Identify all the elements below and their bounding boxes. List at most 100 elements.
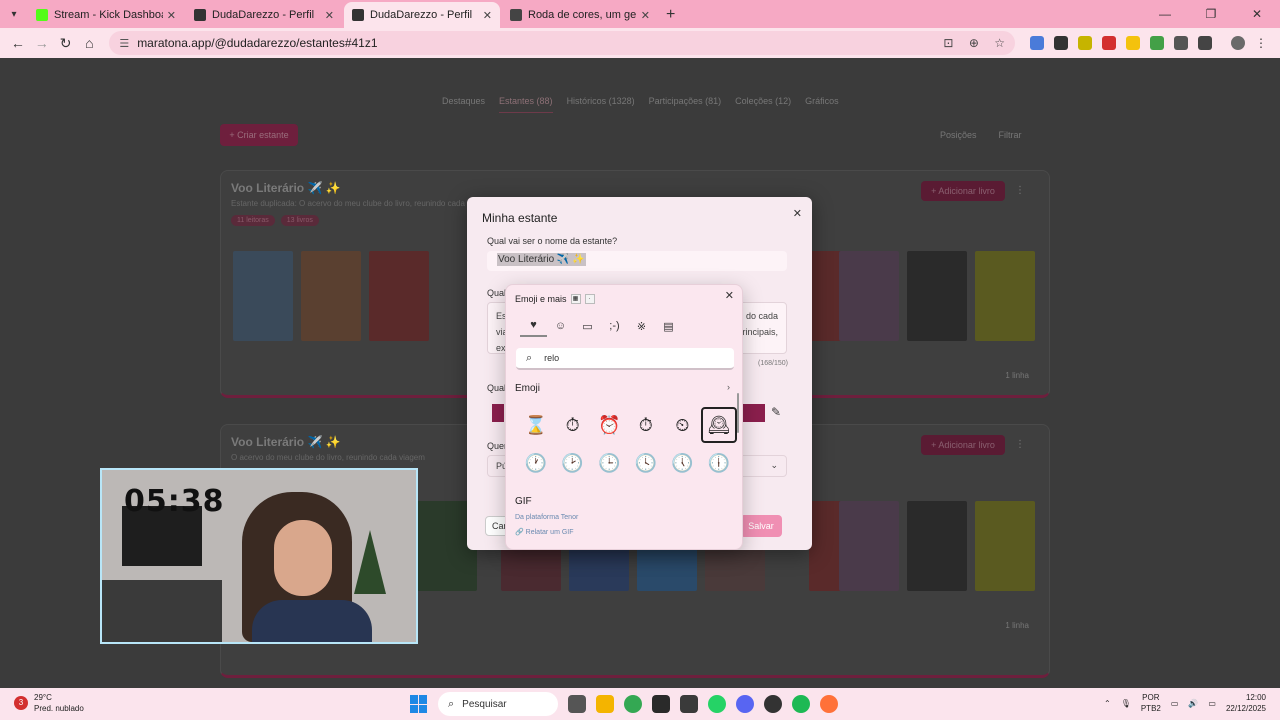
- volume-icon[interactable]: 🔊: [1188, 699, 1198, 708]
- modal-close-icon[interactable]: ✕: [793, 207, 802, 220]
- filter-button[interactable]: Filtrar: [999, 130, 1022, 140]
- puzzle-icon[interactable]: [1198, 36, 1212, 50]
- gif-icon[interactable]: ▭: [574, 315, 601, 337]
- app-icon[interactable]: [680, 695, 698, 713]
- emoji-clock-face[interactable]: 🕕: [701, 445, 737, 481]
- tab-historicos[interactable]: Históricos (1328): [567, 96, 635, 113]
- shelf-menu-icon[interactable]: ⋮: [1015, 439, 1025, 450]
- reload-icon[interactable]: ↻: [54, 31, 78, 55]
- extension-icon[interactable]: [1126, 36, 1140, 50]
- forward-icon[interactable]: →: [30, 31, 54, 55]
- emoji-scrollbar[interactable]: [737, 393, 739, 433]
- book-cover[interactable]: [907, 251, 967, 341]
- omnibox[interactable]: ☰ maratona.app/@dudadarezzo/estantes#41z…: [109, 31, 1015, 55]
- minimize-icon[interactable]: ·: [584, 294, 595, 304]
- report-gif-link[interactable]: 🔗 Relatar um GIF: [515, 528, 574, 536]
- language-indicator[interactable]: POR PTB2: [1141, 692, 1161, 714]
- kaomoji-icon[interactable]: ;-): [601, 315, 628, 337]
- chrome-icon[interactable]: [624, 695, 642, 713]
- emoji-clock-face[interactable]: 🕓: [628, 445, 664, 481]
- clock[interactable]: 12:00 22/12/2025: [1226, 692, 1266, 714]
- shelf-rows[interactable]: 1 linha: [1005, 371, 1029, 380]
- favorites-heart-icon[interactable]: ♥: [520, 315, 547, 337]
- close-icon[interactable]: ✕: [725, 289, 734, 302]
- extension-icon[interactable]: [1054, 36, 1068, 50]
- shelf-name-input[interactable]: Voo Literário ✈️ ✨: [487, 251, 787, 271]
- color-swatch[interactable]: [743, 404, 765, 422]
- extension-icon[interactable]: [1102, 36, 1116, 50]
- discord-icon[interactable]: [736, 695, 754, 713]
- weather-widget[interactable]: 3 29°C Pred. nublado: [14, 692, 84, 714]
- book-cover[interactable]: [975, 251, 1035, 341]
- browser-tab[interactable]: Roda de cores, um gerador de p ✕: [502, 2, 658, 28]
- zoom-icon[interactable]: ⊕: [969, 36, 979, 50]
- create-shelf-button[interactable]: + Criar estante: [220, 124, 298, 146]
- profile-avatar[interactable]: [1231, 36, 1245, 50]
- book-cover[interactable]: [369, 251, 429, 341]
- obs-icon[interactable]: [764, 695, 782, 713]
- emoji-stopwatch[interactable]: ⏱: [555, 407, 591, 443]
- new-tab-button[interactable]: +: [666, 6, 675, 24]
- back-icon[interactable]: ←: [6, 31, 30, 55]
- browser-tab[interactable]: Stream - Kick Dashboard ✕: [28, 2, 184, 28]
- emoji-clock-face[interactable]: 🕔: [664, 445, 700, 481]
- extension-icon[interactable]: [1078, 36, 1092, 50]
- extension-icon[interactable]: [1030, 36, 1044, 50]
- shelf-menu-icon[interactable]: ⋮: [1015, 185, 1025, 196]
- minimize-icon[interactable]: —: [1142, 7, 1188, 21]
- microphone-icon[interactable]: 🎙: [1121, 699, 1131, 708]
- shelf-rows[interactable]: 1 linha: [1005, 621, 1029, 630]
- close-tab-icon[interactable]: ✕: [483, 9, 492, 22]
- tab-colecoes[interactable]: Coleções (12): [735, 96, 791, 113]
- firefox-icon[interactable]: [820, 695, 838, 713]
- book-cover[interactable]: [839, 251, 899, 341]
- pin-icon[interactable]: ▦: [570, 294, 581, 304]
- color-swatch[interactable]: [492, 404, 504, 422]
- browser-tab[interactable]: DudaDarezzo - Perfil ✕: [186, 2, 342, 28]
- emoji-stopwatch[interactable]: ⏱: [628, 407, 664, 443]
- restore-icon[interactable]: ❐: [1188, 7, 1234, 21]
- symbols-icon[interactable]: ※: [628, 315, 655, 337]
- bookmark-star-icon[interactable]: ☆: [994, 36, 1005, 50]
- book-cover[interactable]: [907, 501, 967, 591]
- add-book-button[interactable]: + Adicionar livro: [921, 181, 1005, 201]
- emoji-clock-face[interactable]: 🕐: [518, 445, 554, 481]
- emoji-mantelpiece-clock[interactable]: 🕰: [700, 407, 737, 443]
- browser-tab-active[interactable]: DudaDarezzo - Perfil ✕: [344, 2, 500, 28]
- task-view-icon[interactable]: [568, 695, 586, 713]
- emoji-search-input[interactable]: ⌕ relo: [516, 348, 734, 370]
- book-cover[interactable]: [301, 251, 361, 341]
- spotify-icon[interactable]: [792, 695, 810, 713]
- chevron-right-icon[interactable]: ›: [727, 382, 730, 392]
- menu-kebab-icon[interactable]: ⋮: [1255, 36, 1269, 50]
- file-explorer-icon[interactable]: [596, 695, 614, 713]
- save-button[interactable]: Salvar: [740, 515, 782, 537]
- install-app-icon[interactable]: ⊡: [943, 36, 953, 50]
- smiley-icon[interactable]: ☺: [547, 315, 574, 337]
- app-icon[interactable]: [652, 695, 670, 713]
- clipboard-icon[interactable]: ▤: [655, 315, 682, 337]
- close-tab-icon[interactable]: ✕: [167, 9, 176, 22]
- chevron-up-icon[interactable]: ⌃: [1104, 699, 1111, 708]
- home-icon[interactable]: ⌂: [77, 31, 101, 55]
- network-icon[interactable]: ▭: [1171, 699, 1179, 708]
- site-info-icon[interactable]: ☰: [119, 37, 129, 50]
- whatsapp-icon[interactable]: [708, 695, 726, 713]
- battery-icon[interactable]: ▭: [1208, 699, 1216, 708]
- book-cover[interactable]: [233, 251, 293, 341]
- tenor-link[interactable]: Da plataforma Tenor: [515, 514, 578, 521]
- tab-participacoes[interactable]: Participações (81): [649, 96, 722, 113]
- close-tab-icon[interactable]: ✕: [325, 9, 334, 22]
- taskbar-search[interactable]: ⌕ Pesquisar: [438, 692, 558, 716]
- tab-graficos[interactable]: Gráficos: [805, 96, 839, 113]
- emoji-timer-clock[interactable]: ⏲: [664, 407, 700, 443]
- add-book-button[interactable]: + Adicionar livro: [921, 435, 1005, 455]
- extension-icon[interactable]: [1150, 36, 1164, 50]
- book-cover[interactable]: [839, 501, 899, 591]
- emoji-hourglass[interactable]: ⌛: [518, 407, 554, 443]
- edit-color-icon[interactable]: ✎: [771, 405, 781, 419]
- url-text[interactable]: maratona.app/@dudadarezzo/estantes#41z1: [137, 36, 931, 50]
- emoji-alarm-clock[interactable]: ⏰: [591, 407, 627, 443]
- tab-search-button[interactable]: ▾: [0, 0, 28, 28]
- book-cover[interactable]: [975, 501, 1035, 591]
